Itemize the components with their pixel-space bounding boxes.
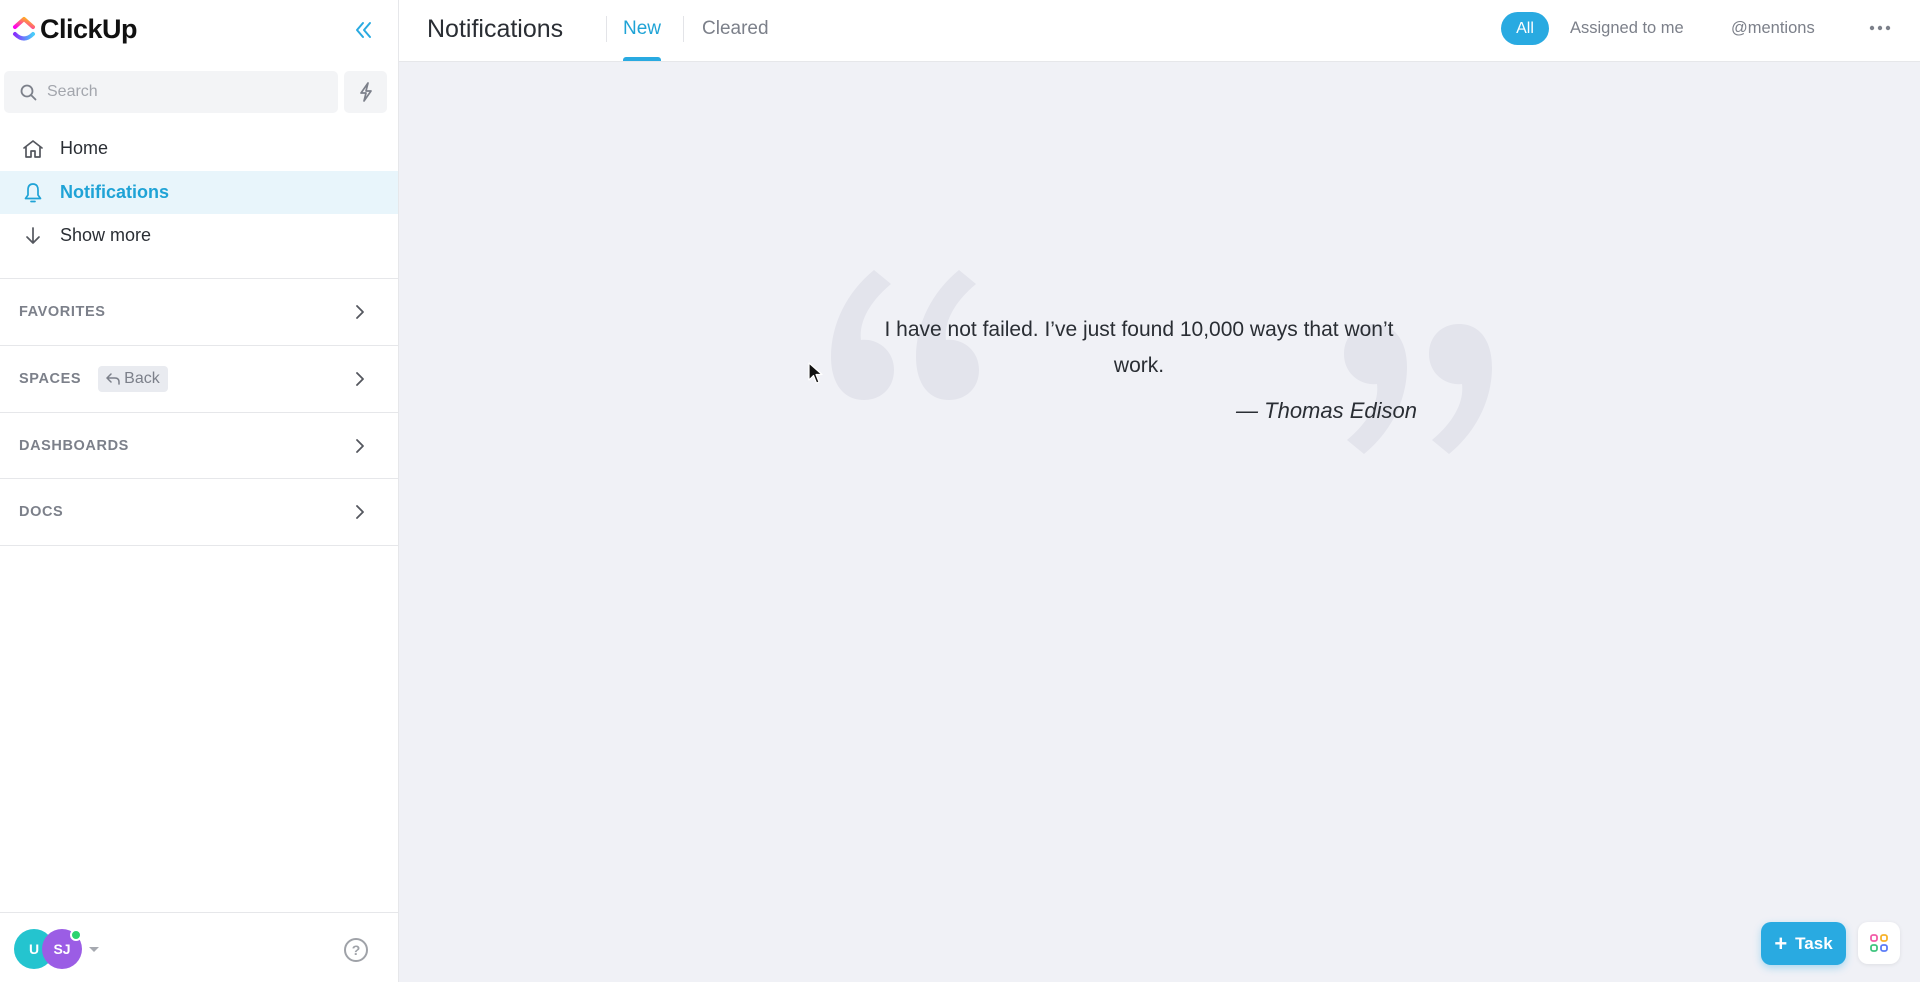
home-icon: [22, 138, 44, 160]
lightning-bolt-icon: [359, 82, 372, 102]
section-label: DASHBOARDS: [19, 437, 129, 454]
reply-arrow-icon: [106, 372, 120, 385]
section-docs[interactable]: DOCS: [0, 478, 398, 544]
search-box[interactable]: [4, 71, 338, 113]
double-chevron-left-icon: [356, 22, 371, 38]
chevron-right-icon: [352, 304, 368, 320]
section-label: SPACES: [19, 370, 82, 387]
tab-new[interactable]: New: [623, 17, 662, 61]
new-task-button[interactable]: + Task: [1761, 922, 1846, 965]
clickup-logo[interactable]: ClickUp: [12, 14, 138, 44]
bell-icon: [22, 182, 44, 204]
mouse-cursor-icon: [808, 362, 823, 384]
header-divider: [683, 16, 684, 42]
section-dashboards[interactable]: DASHBOARDS: [0, 412, 398, 478]
chevron-right-icon: [352, 504, 368, 520]
logo-row: ClickUp: [0, 0, 399, 60]
search-icon: [20, 84, 37, 100]
ellipsis-icon: [1869, 25, 1891, 31]
caret-down-icon[interactable]: [89, 947, 99, 952]
section-label: FAVORITES: [19, 303, 106, 320]
sidebar-item-show-more[interactable]: Show more: [0, 214, 398, 257]
tab-cleared[interactable]: Cleared: [702, 17, 769, 41]
filter-assigned-to-me[interactable]: Assigned to me: [1570, 18, 1684, 38]
new-task-label: Task: [1795, 933, 1833, 953]
header: Notifications New Cleared All Assigned t…: [399, 0, 1920, 62]
sidebar-item-notifications[interactable]: Notifications: [0, 171, 398, 214]
apps-grid-icon: [1870, 934, 1888, 952]
spaces-back-button[interactable]: Back: [98, 365, 168, 392]
online-status-indicator: [70, 929, 82, 941]
quote-author: — Thomas Edison: [1236, 398, 1417, 423]
section-divider: [0, 545, 398, 546]
sidebar-item-label: Notifications: [60, 182, 170, 202]
quote-text: I have not failed. I’ve just found 10,00…: [884, 318, 1394, 377]
section-favorites[interactable]: FAVORITES: [0, 278, 398, 344]
plus-icon: +: [1774, 930, 1788, 956]
sidebar-item-label: Home: [60, 138, 109, 158]
chevron-right-icon: [352, 438, 368, 454]
back-label: Back: [124, 369, 160, 387]
sidebar-footer: U SJ ?: [0, 912, 398, 982]
section-spaces[interactable]: SPACES Back: [0, 345, 398, 411]
sidebar-item-label: Show more: [60, 225, 152, 245]
clickup-logo-icon: [13, 17, 35, 41]
quick-actions-button[interactable]: [344, 71, 387, 113]
collapse-sidebar-button[interactable]: [350, 16, 378, 44]
chevron-right-icon: [352, 371, 368, 387]
more-options-button[interactable]: [1866, 18, 1894, 38]
apps-button[interactable]: [1858, 922, 1900, 964]
notifications-empty-state: I have not failed. I’ve just found 10,00…: [399, 62, 1920, 982]
help-button[interactable]: ?: [344, 938, 368, 962]
search-input[interactable]: [47, 83, 327, 101]
filter-all[interactable]: All: [1501, 12, 1549, 45]
header-divider: [606, 16, 607, 42]
filter-mentions[interactable]: @mentions: [1731, 18, 1815, 38]
logo-text: ClickUp: [40, 14, 138, 44]
section-label: DOCS: [19, 503, 64, 520]
arrow-down-icon: [22, 225, 44, 247]
page-title: Notifications: [427, 15, 564, 43]
sidebar-item-home[interactable]: Home: [0, 127, 398, 170]
sidebar: ClickUp Home: [0, 0, 399, 982]
